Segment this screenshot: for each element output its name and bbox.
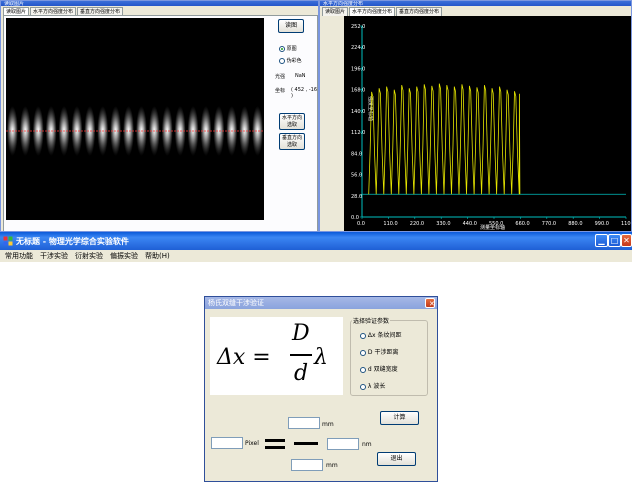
maximize-icon: □ — [610, 236, 619, 245]
chart-background — [344, 16, 631, 231]
coordinate-value: ( 452 , -16 ) — [291, 87, 318, 99]
option-distance-radio[interactable] — [360, 349, 366, 356]
tab-horizontal-distribution[interactable]: 水平方向强度分布 — [349, 7, 396, 16]
option-slit-width-radio[interactable] — [360, 366, 366, 373]
radio-original-dot[interactable] — [279, 45, 285, 52]
formula-delta-x: Δx = — [217, 345, 271, 370]
tab-vertical-distribution[interactable]: 垂直方向强度分布 — [396, 7, 443, 16]
intensity-window: 水平方向强度分布 读取图片 水平方向强度分布 垂直方向强度分布 0.0 28.0 5… — [319, 0, 632, 232]
y-tick-label: 84.0 — [351, 151, 362, 157]
option-wavelength-radio[interactable] — [360, 383, 366, 390]
dialog-title: 杨氏双缝干涉验证 — [208, 299, 264, 307]
option-slit-width[interactable]: d 双缝宽度 — [360, 364, 398, 373]
formula-panel: Δx = D d λ — [210, 317, 343, 395]
x-tick-label: 770.0 — [542, 221, 556, 227]
main-window-title: 无标题 - 物理光学综合实验软件 — [16, 237, 129, 246]
tab-read-image[interactable]: 读取图片 — [322, 7, 349, 16]
vertical-select-button[interactable]: 垂直方向 选取 — [279, 133, 305, 150]
x-tick-label: 110 — [621, 221, 631, 227]
x-tick-label: 880.0 — [568, 221, 582, 227]
close-button[interactable]: ✕ — [621, 234, 632, 247]
intensity-window-titlebar[interactable]: 水平方向强度分布 — [320, 1, 631, 7]
x-tick-label: 440.0 — [463, 221, 477, 227]
radio-pseudocolor-dot[interactable] — [279, 57, 285, 64]
horizontal-select-button[interactable]: 水平方向 选取 — [279, 113, 305, 130]
read-image-button[interactable]: 读图 — [278, 19, 304, 33]
young-double-slit-dialog: 杨氏双缝干涉验证 ✕ Δx = D d λ 选择验证参数 Δx 条纹间距 D 干… — [204, 296, 438, 482]
equals-sign-bottom — [265, 446, 285, 449]
x-axis-label: 测量坐标轴 — [480, 224, 505, 231]
option-fringe-spacing[interactable]: Δx 条纹间距 — [360, 330, 402, 339]
fringe-vertical-fade — [6, 18, 264, 220]
formula-denominator: d — [294, 361, 309, 386]
x-tick-label: 0.0 — [357, 221, 365, 227]
menu-polarization[interactable]: 偏振实验 — [110, 251, 138, 261]
menu-bar: 常用功能 干涉实验 衍射实验 偏振实验 帮助(H) — [0, 250, 632, 262]
image-window-titlebar[interactable]: 读取图片 — [1, 1, 318, 7]
y-tick-label: 56.0 — [351, 173, 362, 179]
menu-common[interactable]: 常用功能 — [5, 251, 33, 261]
y-tick-label: 140.0 — [351, 109, 365, 115]
formula-fraction-bar — [290, 354, 312, 356]
y-tick-label: 196.0 — [351, 66, 365, 72]
formula-numerator: D — [292, 321, 310, 346]
image-window: 读取图片 读取图片 水平方向强度分布 垂直方向强度分布 读图 原图 伪彩色 光强… — [0, 0, 319, 232]
slit-width-unit: mm — [326, 462, 338, 469]
distance-input[interactable] — [288, 417, 320, 429]
option-fringe-spacing-radio[interactable] — [360, 332, 366, 339]
equals-sign-top — [265, 439, 285, 442]
radio-original[interactable]: 原图 — [279, 45, 297, 52]
menu-diffraction[interactable]: 衍射实验 — [75, 251, 103, 261]
option-wavelength[interactable]: λ 波长 — [360, 381, 385, 390]
minimize-button[interactable]: ▁ — [595, 234, 608, 247]
x-tick-label: 220.0 — [410, 221, 424, 227]
option-distance[interactable]: D 干涉距离 — [360, 347, 398, 356]
param-group-title: 选择验证参数 — [352, 316, 391, 325]
horizontal-intensity-chart: 0.0 28.0 56.0 84.0 112.0 140.0 168.0 196.0 224.0… — [344, 16, 631, 231]
fraction-bar — [294, 442, 318, 445]
wavelength-unit: nm — [362, 441, 372, 448]
x-tick-label: 990.0 — [595, 221, 609, 227]
maximize-button[interactable]: □ — [608, 234, 621, 247]
dialog-titlebar[interactable]: 杨氏双缝干涉验证 ✕ — [205, 297, 437, 309]
radio-pseudocolor[interactable]: 伪彩色 — [279, 57, 302, 64]
light-intensity-label: 光强 — [275, 74, 286, 80]
distance-unit: mm — [322, 421, 334, 428]
x-tick-label: 110.0 — [383, 221, 397, 227]
y-tick-label: 168.0 — [351, 88, 365, 94]
calculate-button[interactable]: 计算 — [380, 411, 419, 425]
exit-button[interactable]: 退出 — [377, 452, 416, 466]
interference-fringe-image[interactable] — [6, 18, 264, 220]
main-titlebar[interactable]: 无标题 - 物理光学综合实验软件 ▁ □ ✕ — [0, 232, 632, 250]
coordinate-label: 坐标 — [275, 88, 286, 94]
intensity-window-tabs: 读取图片 水平方向强度分布 垂直方向强度分布 — [322, 7, 443, 16]
y-tick-label: 112.0 — [351, 130, 365, 136]
wavelength-input[interactable] — [327, 438, 359, 450]
app-icon — [3, 236, 13, 246]
y-tick-label: 28.0 — [351, 194, 362, 200]
slit-width-input[interactable] — [291, 459, 323, 471]
close-icon: ✕ — [429, 300, 435, 308]
x-tick-label: 660.0 — [515, 221, 529, 227]
minimize-icon: ▁ — [598, 236, 605, 245]
y-tick-label: 252.0 — [351, 24, 365, 30]
formula-lambda: λ — [314, 345, 328, 370]
x-tick-label: 330.0 — [436, 221, 450, 227]
pixel-unit: Pixel — [245, 440, 259, 447]
y-tick-label: 224.0 — [351, 45, 365, 51]
menu-interference[interactable]: 干涉实验 — [40, 251, 68, 261]
close-icon: ✕ — [623, 236, 630, 245]
pixel-input[interactable] — [211, 437, 243, 449]
menu-help[interactable]: 帮助(H) — [145, 251, 170, 261]
dialog-close-button[interactable]: ✕ — [425, 298, 435, 308]
light-intensity-value: NaN — [295, 73, 306, 79]
